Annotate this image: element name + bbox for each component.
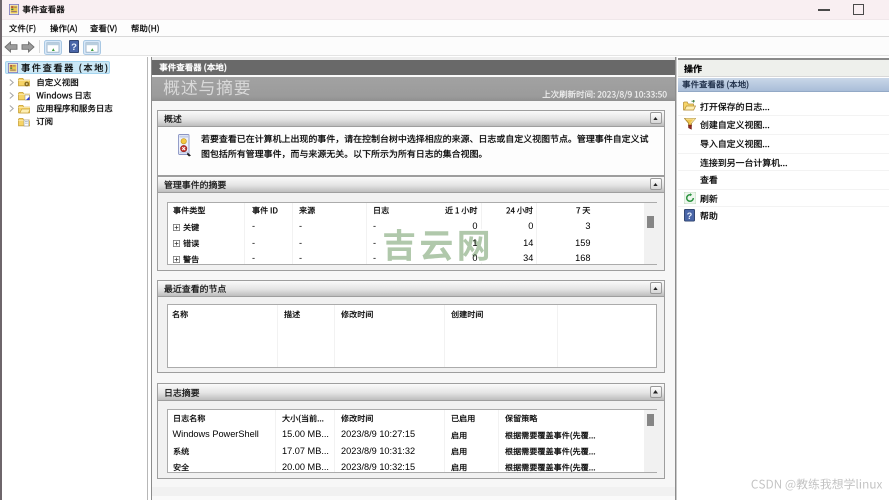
svg-text:?: ? xyxy=(687,211,693,221)
svg-text:?: ? xyxy=(71,42,77,53)
